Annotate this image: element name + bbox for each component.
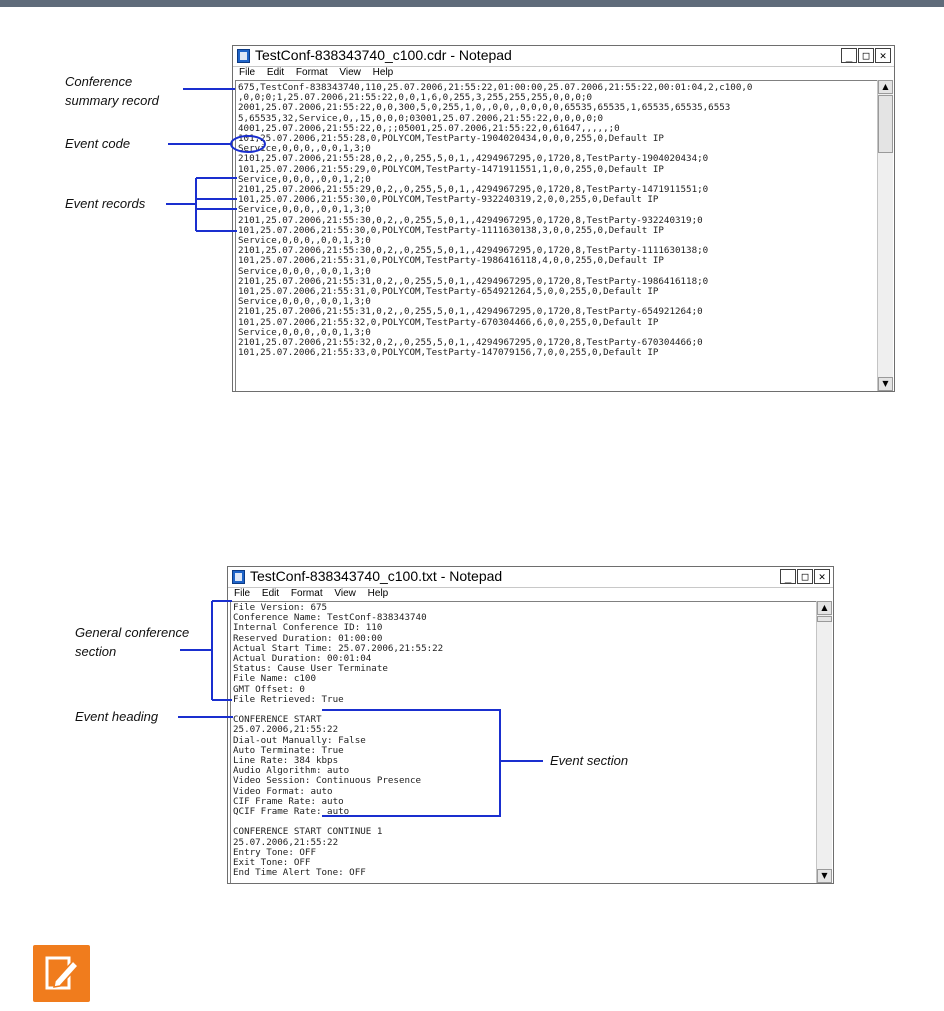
menu-file[interactable]: File	[234, 588, 250, 599]
title-bar[interactable]: TestConf-838343740_c100.cdr - Notepad _ …	[233, 46, 894, 67]
text-line: File Name: c100	[233, 673, 316, 685]
menu-format[interactable]: Format	[291, 588, 323, 599]
label-conference-summary-record: Conference summary record	[65, 74, 159, 108]
text-line: 101,25.07.2006,21:55:33,0,POLYCOM,TestPa…	[238, 347, 659, 359]
txt-text-area[interactable]: File Version: 675 Conference Name: TestCo…	[230, 601, 816, 883]
menu-help[interactable]: Help	[368, 588, 389, 599]
menu-format[interactable]: Format	[296, 67, 328, 78]
text-line: Status: Cause User Terminate	[233, 663, 388, 675]
txt-notepad-window: TestConf-838343740_c100.txt - Notepad _ …	[227, 566, 834, 884]
maximize-button[interactable]: □	[797, 569, 813, 584]
scroll-down-arrow-icon[interactable]: ▼	[817, 869, 832, 883]
note-pencil-icon	[33, 945, 90, 1002]
cdr-notepad-window: TestConf-838343740_c100.cdr - Notepad _ …	[232, 45, 895, 392]
scroll-thumb[interactable]	[878, 95, 893, 153]
text-line: End Time Alert Tone: OFF	[233, 867, 366, 879]
cdr-text-area[interactable]: 675,TestConf-838343740,110,25.07.2006,21…	[235, 80, 877, 391]
label-event-heading: Event heading	[75, 709, 159, 724]
menu-help[interactable]: Help	[373, 67, 394, 78]
vertical-scrollbar[interactable]: ▲ ▼	[816, 601, 832, 883]
label-event-section: Event section	[550, 753, 629, 768]
close-button[interactable]: ✕	[814, 569, 830, 584]
scroll-up-arrow-icon[interactable]: ▲	[878, 80, 893, 94]
window-title: TestConf-838343740_c100.txt - Notepad	[250, 568, 503, 584]
notepad-icon	[232, 570, 245, 584]
minimize-button[interactable]: _	[780, 569, 796, 584]
notepad-icon	[237, 49, 250, 63]
minimize-button[interactable]: _	[841, 48, 857, 63]
label-event-code: Event code	[65, 136, 131, 151]
close-button[interactable]: ✕	[875, 48, 891, 63]
page-top-bar	[0, 0, 944, 7]
note-pencil-glyph	[45, 956, 80, 990]
window-title: TestConf-838343740_c100.cdr - Notepad	[255, 47, 512, 63]
menu-bar: File Edit Format View Help	[228, 587, 833, 600]
menu-bar: File Edit Format View Help	[233, 66, 894, 79]
maximize-button[interactable]: □	[858, 48, 874, 63]
scroll-down-arrow-icon[interactable]: ▼	[878, 377, 893, 391]
text-line: 25.07.2006,21:55:22	[233, 836, 339, 848]
menu-edit[interactable]: Edit	[262, 588, 279, 599]
menu-file[interactable]: File	[239, 67, 255, 78]
menu-view[interactable]: View	[339, 67, 361, 78]
scroll-thumb[interactable]	[817, 616, 832, 622]
scroll-up-arrow-icon[interactable]: ▲	[817, 601, 832, 615]
text-line: QCIF Frame Rate: auto	[233, 806, 350, 818]
title-bar[interactable]: TestConf-838343740_c100.txt - Notepad _ …	[228, 567, 833, 588]
menu-edit[interactable]: Edit	[267, 67, 284, 78]
text-line: File Retrieved: True	[233, 693, 344, 705]
label-general-conference-section: General conference section	[75, 625, 190, 659]
vertical-scrollbar[interactable]: ▲ ▼	[877, 80, 893, 391]
text-line: Entry Tone: OFF	[233, 846, 316, 858]
label-event-records: Event records	[65, 196, 146, 211]
menu-view[interactable]: View	[334, 588, 356, 599]
